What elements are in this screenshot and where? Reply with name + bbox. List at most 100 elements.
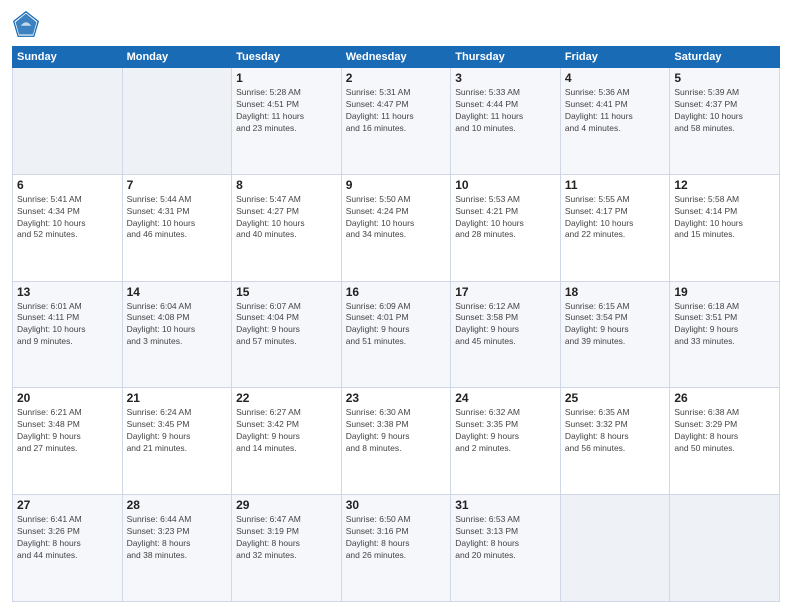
day-number: 26 [674, 391, 775, 405]
day-number: 28 [127, 498, 228, 512]
day-number: 10 [455, 178, 556, 192]
day-info: Sunrise: 5:33 AM Sunset: 4:44 PM Dayligh… [455, 87, 556, 135]
calendar-cell: 12 Sunrise: 5:58 AM Sunset: 4:14 PM Dayli… [670, 174, 780, 281]
day-info: Sunrise: 6:47 AM Sunset: 3:19 PM Dayligh… [236, 514, 337, 562]
logo-icon [12, 10, 40, 38]
day-info: Sunrise: 6:09 AM Sunset: 4:01 PM Dayligh… [346, 301, 447, 349]
day-number: 12 [674, 178, 775, 192]
day-info: Sunrise: 6:04 AM Sunset: 4:08 PM Dayligh… [127, 301, 228, 349]
calendar-cell: 9Sunrise: 5:50 AM Sunset: 4:24 PM Daylig… [341, 174, 451, 281]
day-number: 27 [17, 498, 118, 512]
calendar-cell: 15 Sunrise: 6:07 AM Sunset: 4:04 PM Dayli… [232, 281, 342, 388]
weekday-header: Monday [122, 47, 232, 68]
calendar-cell [122, 68, 232, 175]
calendar-cell: 28 Sunrise: 6:44 AM Sunset: 3:23 PM Dayli… [122, 495, 232, 602]
calendar-cell: 6 Sunrise: 5:41 AM Sunset: 4:34 PM Daylig… [13, 174, 123, 281]
day-number: 24 [455, 391, 556, 405]
day-info: Sunrise: 6:15 AM Sunset: 3:54 PM Dayligh… [565, 301, 666, 349]
logo [12, 10, 44, 38]
calendar-cell: 19 Sunrise: 6:18 AM Sunset: 3:51 PM Dayli… [670, 281, 780, 388]
weekday-header: Wednesday [341, 47, 451, 68]
calendar-cell [670, 495, 780, 602]
weekday-header: Saturday [670, 47, 780, 68]
day-number: 21 [127, 391, 228, 405]
day-number: 1 [236, 71, 337, 85]
day-info: Sunrise: 5:36 AM Sunset: 4:41 PM Dayligh… [565, 87, 666, 135]
day-number: 31 [455, 498, 556, 512]
day-info: Sunrise: 5:28 AM Sunset: 4:51 PM Dayligh… [236, 87, 337, 135]
weekday-header: Sunday [13, 47, 123, 68]
day-info: Sunrise: 5:39 AM Sunset: 4:37 PM Dayligh… [674, 87, 775, 135]
day-info: Sunrise: 6:01 AM Sunset: 4:11 PM Dayligh… [17, 301, 118, 349]
day-number: 18 [565, 285, 666, 299]
day-number: 4 [565, 71, 666, 85]
calendar-cell: 30 Sunrise: 6:50 AM Sunset: 3:16 PM Dayli… [341, 495, 451, 602]
calendar-cell: 8 Sunrise: 5:47 AM Sunset: 4:27 PM Daylig… [232, 174, 342, 281]
calendar-cell [13, 68, 123, 175]
day-info: Sunrise: 5:31 AM Sunset: 4:47 PM Dayligh… [346, 87, 447, 135]
calendar-cell: 4 Sunrise: 5:36 AM Sunset: 4:41 PM Daylig… [560, 68, 670, 175]
day-info: Sunrise: 5:44 AM Sunset: 4:31 PM Dayligh… [127, 194, 228, 242]
day-number: 22 [236, 391, 337, 405]
calendar-header-row: SundayMondayTuesdayWednesdayThursdayFrid… [13, 47, 780, 68]
weekday-header: Thursday [451, 47, 561, 68]
day-number: 6 [17, 178, 118, 192]
day-info: Sunrise: 6:32 AM Sunset: 3:35 PM Dayligh… [455, 407, 556, 455]
day-number: 11 [565, 178, 666, 192]
header [12, 10, 780, 38]
day-number: 17 [455, 285, 556, 299]
day-info: Sunrise: 6:35 AM Sunset: 3:32 PM Dayligh… [565, 407, 666, 455]
calendar-cell: 7 Sunrise: 5:44 AM Sunset: 4:31 PM Daylig… [122, 174, 232, 281]
day-number: 16 [346, 285, 447, 299]
calendar-cell: 13 Sunrise: 6:01 AM Sunset: 4:11 PM Dayli… [13, 281, 123, 388]
calendar-cell: 3 Sunrise: 5:33 AM Sunset: 4:44 PM Daylig… [451, 68, 561, 175]
day-info: Sunrise: 6:44 AM Sunset: 3:23 PM Dayligh… [127, 514, 228, 562]
day-number: 14 [127, 285, 228, 299]
day-number: 23 [346, 391, 447, 405]
calendar-table: SundayMondayTuesdayWednesdayThursdayFrid… [12, 46, 780, 602]
day-info: Sunrise: 6:27 AM Sunset: 3:42 PM Dayligh… [236, 407, 337, 455]
day-info: Sunrise: 6:07 AM Sunset: 4:04 PM Dayligh… [236, 301, 337, 349]
day-info: Sunrise: 5:41 AM Sunset: 4:34 PM Dayligh… [17, 194, 118, 242]
day-info: Sunrise: 5:58 AM Sunset: 4:14 PM Dayligh… [674, 194, 775, 242]
day-number: 19 [674, 285, 775, 299]
calendar-cell: 22 Sunrise: 6:27 AM Sunset: 3:42 PM Dayli… [232, 388, 342, 495]
calendar-week-row: 20 Sunrise: 6:21 AM Sunset: 3:48 PM Dayli… [13, 388, 780, 495]
calendar-week-row: 27Sunrise: 6:41 AM Sunset: 3:26 PM Dayli… [13, 495, 780, 602]
day-info: Sunrise: 6:30 AM Sunset: 3:38 PM Dayligh… [346, 407, 447, 455]
day-info: Sunrise: 5:55 AM Sunset: 4:17 PM Dayligh… [565, 194, 666, 242]
calendar-cell: 14 Sunrise: 6:04 AM Sunset: 4:08 PM Dayli… [122, 281, 232, 388]
day-number: 8 [236, 178, 337, 192]
calendar-cell: 20 Sunrise: 6:21 AM Sunset: 3:48 PM Dayli… [13, 388, 123, 495]
calendar-cell: 5 Sunrise: 5:39 AM Sunset: 4:37 PM Daylig… [670, 68, 780, 175]
calendar-cell: 24 Sunrise: 6:32 AM Sunset: 3:35 PM Dayli… [451, 388, 561, 495]
calendar-cell: 16 Sunrise: 6:09 AM Sunset: 4:01 PM Dayli… [341, 281, 451, 388]
day-info: Sunrise: 6:50 AM Sunset: 3:16 PM Dayligh… [346, 514, 447, 562]
day-number: 5 [674, 71, 775, 85]
day-info: Sunrise: 6:53 AM Sunset: 3:13 PM Dayligh… [455, 514, 556, 562]
calendar-cell: 23 Sunrise: 6:30 AM Sunset: 3:38 PM Dayli… [341, 388, 451, 495]
calendar-week-row: 6 Sunrise: 5:41 AM Sunset: 4:34 PM Daylig… [13, 174, 780, 281]
calendar-cell: 2Sunrise: 5:31 AM Sunset: 4:47 PM Daylig… [341, 68, 451, 175]
day-number: 15 [236, 285, 337, 299]
day-number: 7 [127, 178, 228, 192]
day-number: 20 [17, 391, 118, 405]
day-number: 30 [346, 498, 447, 512]
weekday-header: Tuesday [232, 47, 342, 68]
calendar-cell: 10 Sunrise: 5:53 AM Sunset: 4:21 PM Dayli… [451, 174, 561, 281]
day-number: 9 [346, 178, 447, 192]
day-number: 13 [17, 285, 118, 299]
day-info: Sunrise: 6:21 AM Sunset: 3:48 PM Dayligh… [17, 407, 118, 455]
day-number: 3 [455, 71, 556, 85]
calendar-cell: 11 Sunrise: 5:55 AM Sunset: 4:17 PM Dayli… [560, 174, 670, 281]
day-info: Sunrise: 5:53 AM Sunset: 4:21 PM Dayligh… [455, 194, 556, 242]
day-info: Sunrise: 6:18 AM Sunset: 3:51 PM Dayligh… [674, 301, 775, 349]
calendar-cell: 17 Sunrise: 6:12 AM Sunset: 3:58 PM Dayli… [451, 281, 561, 388]
day-info: Sunrise: 5:47 AM Sunset: 4:27 PM Dayligh… [236, 194, 337, 242]
calendar-cell [560, 495, 670, 602]
day-info: Sunrise: 6:12 AM Sunset: 3:58 PM Dayligh… [455, 301, 556, 349]
page: SundayMondayTuesdayWednesdayThursdayFrid… [0, 0, 792, 612]
calendar-cell: 18 Sunrise: 6:15 AM Sunset: 3:54 PM Dayli… [560, 281, 670, 388]
calendar-cell: 25Sunrise: 6:35 AM Sunset: 3:32 PM Dayli… [560, 388, 670, 495]
weekday-header: Friday [560, 47, 670, 68]
